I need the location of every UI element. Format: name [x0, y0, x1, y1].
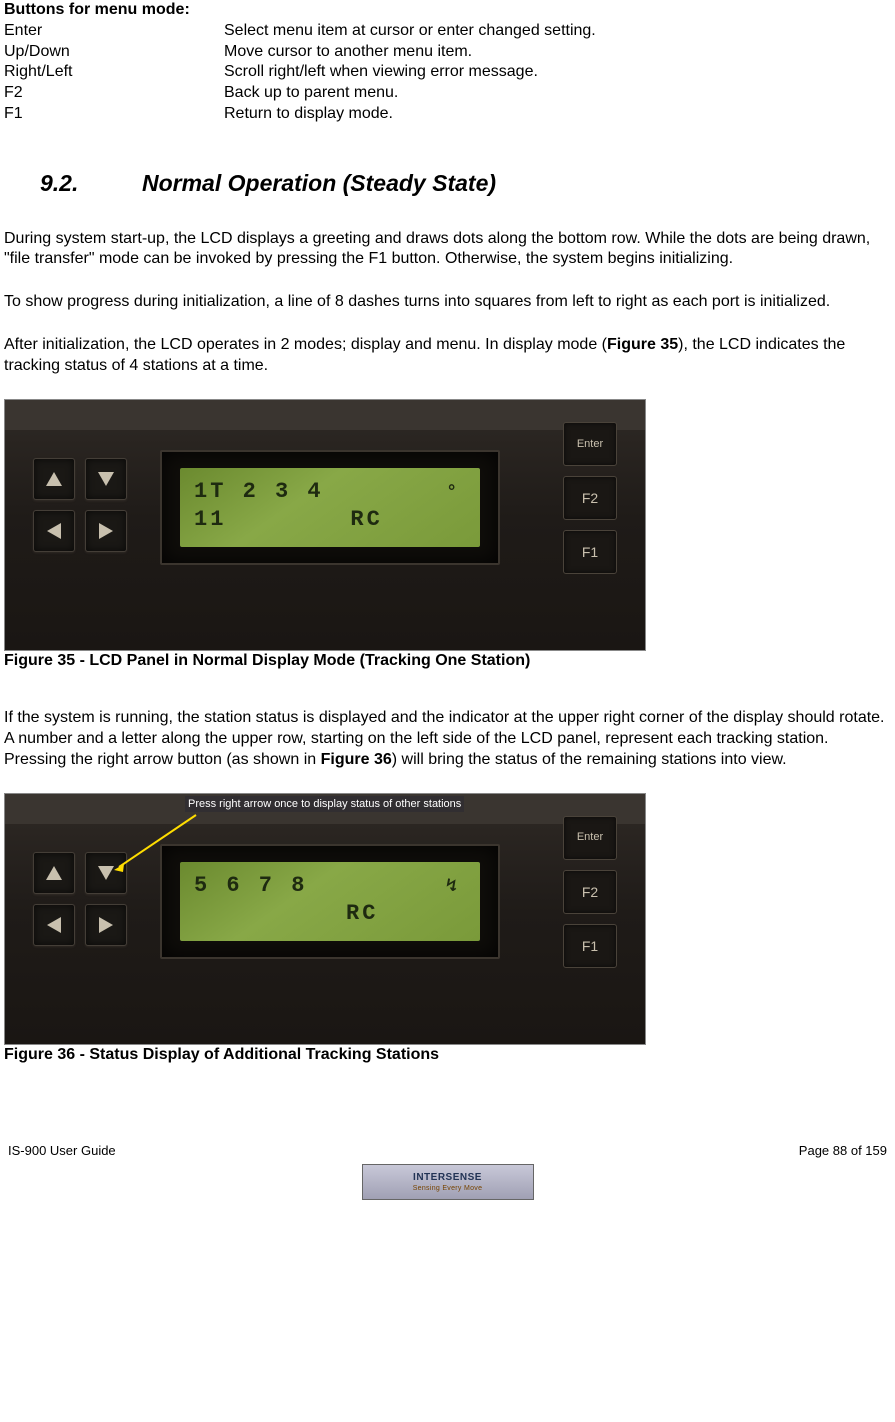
- lcd-screen: 5 6 7 8 RC ↯: [180, 862, 480, 941]
- paragraph: If the system is running, the station st…: [4, 708, 891, 770]
- logo-text: INTERSENSE: [413, 1171, 482, 1184]
- f2-button: F2: [563, 476, 617, 520]
- lcd-panel: 5 6 7 8 RC ↯: [160, 844, 500, 959]
- arrow-left-icon: [47, 523, 61, 539]
- text: After initialization, the LCD operates i…: [4, 336, 607, 353]
- figure-35-image: 1T 2 3 4 11RC ° Enter F2 F1: [4, 399, 646, 651]
- logo-tagline: Sensing Every Move: [413, 1184, 483, 1193]
- figure-annotation: Press right arrow once to display status…: [185, 796, 464, 812]
- lcd-line-2: RC: [194, 900, 466, 929]
- figure-36-caption: Figure 36 - Status Display of Additional…: [4, 1045, 891, 1066]
- menu-desc: Select menu item at cursor or enter chan…: [224, 21, 891, 42]
- right-arrow-button: [85, 904, 127, 946]
- function-buttons: Enter F2 F1: [563, 422, 615, 584]
- arrow-up-icon: [46, 472, 62, 486]
- section-number: 9.2.: [40, 169, 142, 199]
- arrow-left-icon: [47, 917, 61, 933]
- text: ) will bring the status of the remaining…: [392, 751, 787, 768]
- figure-35-caption: Figure 35 - LCD Panel in Normal Display …: [4, 651, 891, 672]
- arrow-pad: [33, 852, 127, 946]
- left-arrow-button: [33, 510, 75, 552]
- menu-row: F2 Back up to parent menu.: [4, 83, 891, 104]
- menu-row: F1 Return to display mode.: [4, 104, 891, 125]
- menu-desc: Scroll right/left when viewing error mes…: [224, 62, 891, 83]
- paragraph: After initialization, the LCD operates i…: [4, 335, 891, 377]
- footer-page-number: Page 88 of 159: [799, 1143, 887, 1160]
- arrow-right-icon: [99, 523, 113, 539]
- enter-button: Enter: [563, 816, 617, 860]
- menu-key: Up/Down: [4, 42, 224, 63]
- menu-row: Enter Select menu item at cursor or ente…: [4, 21, 891, 42]
- arrow-down-icon: [98, 866, 114, 880]
- up-arrow-button: [33, 458, 75, 500]
- lcd-panel: 1T 2 3 4 11RC °: [160, 450, 500, 565]
- figure-36-image: Press right arrow once to display status…: [4, 793, 646, 1045]
- menu-desc: Back up to parent menu.: [224, 83, 891, 104]
- f1-button: F1: [563, 924, 617, 968]
- figure-ref: Figure 36: [321, 751, 392, 768]
- paragraph: To show progress during initialization, …: [4, 292, 891, 313]
- right-arrow-button: [85, 510, 127, 552]
- function-buttons: Enter F2 F1: [563, 816, 615, 978]
- menu-row: Up/Down Move cursor to another menu item…: [4, 42, 891, 63]
- menu-mode-heading: Buttons for menu mode:: [4, 0, 891, 21]
- menu-desc: Return to display mode.: [224, 104, 891, 125]
- section-title: Normal Operation (Steady State): [142, 170, 496, 196]
- intersense-logo: INTERSENSE Sensing Every Move: [362, 1164, 534, 1200]
- lcd-line-1: 1T 2 3 4: [194, 478, 466, 507]
- down-arrow-button: [85, 458, 127, 500]
- figure-ref: Figure 35: [607, 336, 678, 353]
- rotate-indicator-icon: °: [446, 482, 460, 505]
- arrow-right-icon: [99, 917, 113, 933]
- footer-doc-title: IS-900 User Guide: [8, 1143, 116, 1160]
- lcd-screen: 1T 2 3 4 11RC °: [180, 468, 480, 547]
- menu-key: Right/Left: [4, 62, 224, 83]
- arrow-pad: [33, 458, 127, 552]
- lcd-line-2: 11RC: [194, 506, 466, 535]
- rotate-indicator-icon: ↯: [446, 876, 460, 899]
- menu-key: F2: [4, 83, 224, 104]
- left-arrow-button: [33, 904, 75, 946]
- menu-key: Enter: [4, 21, 224, 42]
- arrow-down-icon: [98, 472, 114, 486]
- up-arrow-button: [33, 852, 75, 894]
- lcd-line-1: 5 6 7 8: [194, 872, 466, 901]
- paragraph: During system start-up, the LCD displays…: [4, 229, 891, 271]
- section-heading: 9.2.Normal Operation (Steady State): [4, 169, 891, 199]
- f2-button: F2: [563, 870, 617, 914]
- menu-row: Right/Left Scroll right/left when viewin…: [4, 62, 891, 83]
- enter-button: Enter: [563, 422, 617, 466]
- down-arrow-button: [85, 852, 127, 894]
- f1-button: F1: [563, 530, 617, 574]
- menu-key: F1: [4, 104, 224, 125]
- menu-desc: Move cursor to another menu item.: [224, 42, 891, 63]
- arrow-up-icon: [46, 866, 62, 880]
